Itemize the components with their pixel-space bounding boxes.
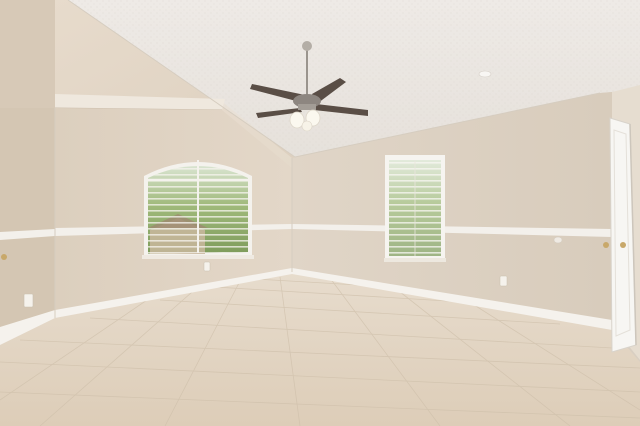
arched-window [142, 160, 254, 259]
smoke-detector [478, 70, 492, 78]
empty-room-photo [0, 0, 640, 426]
wall-fixture [553, 236, 563, 244]
left-wall [0, 0, 55, 335]
back-window [384, 155, 446, 262]
door-frame-knob-icon [1, 254, 7, 260]
